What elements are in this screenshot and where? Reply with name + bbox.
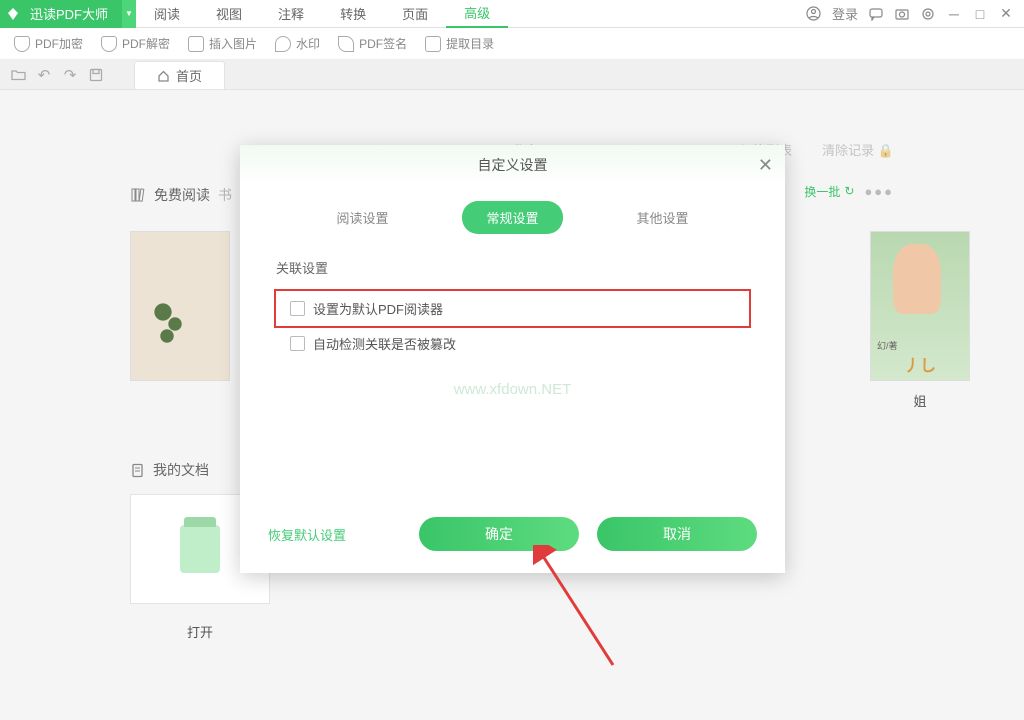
dialog-tabs: 阅读设置 常规设置 其他设置 xyxy=(240,201,785,234)
dialog-body: 关联设置 设置为默认PDF阅读器 自动检测关联是否被篡改 www.xfdown.… xyxy=(240,234,785,422)
option-label: 自动检测关联是否被篡改 xyxy=(313,334,456,353)
checkbox-icon[interactable] xyxy=(290,336,305,351)
dialog-footer: 恢复默认设置 确定 取消 xyxy=(240,517,785,551)
overlay: 自定义设置 ✕ 阅读设置 常规设置 其他设置 关联设置 设置为默认PDF阅读器 … xyxy=(0,0,1024,720)
watermark-text: www.xfdown.NET xyxy=(276,381,749,398)
ok-button[interactable]: 确定 xyxy=(419,517,579,551)
settings-dialog: 自定义设置 ✕ 阅读设置 常规设置 其他设置 关联设置 设置为默认PDF阅读器 … xyxy=(240,145,785,573)
close-icon[interactable]: ✕ xyxy=(758,155,773,176)
option-detect-tamper[interactable]: 自动检测关联是否被篡改 xyxy=(276,326,749,361)
tab-reading[interactable]: 阅读设置 xyxy=(312,201,412,234)
cancel-button[interactable]: 取消 xyxy=(597,517,757,551)
checkbox-icon[interactable] xyxy=(290,301,305,316)
dialog-title: 自定义设置 xyxy=(478,155,548,175)
dialog-header: 自定义设置 ✕ xyxy=(240,145,785,185)
option-label: 设置为默认PDF阅读器 xyxy=(313,299,443,318)
reset-defaults[interactable]: 恢复默认设置 xyxy=(268,525,346,544)
tab-general[interactable]: 常规设置 xyxy=(462,201,562,234)
tab-other[interactable]: 其他设置 xyxy=(613,201,713,234)
association-section-label: 关联设置 xyxy=(276,258,749,277)
option-default-reader[interactable]: 设置为默认PDF阅读器 xyxy=(276,291,749,326)
